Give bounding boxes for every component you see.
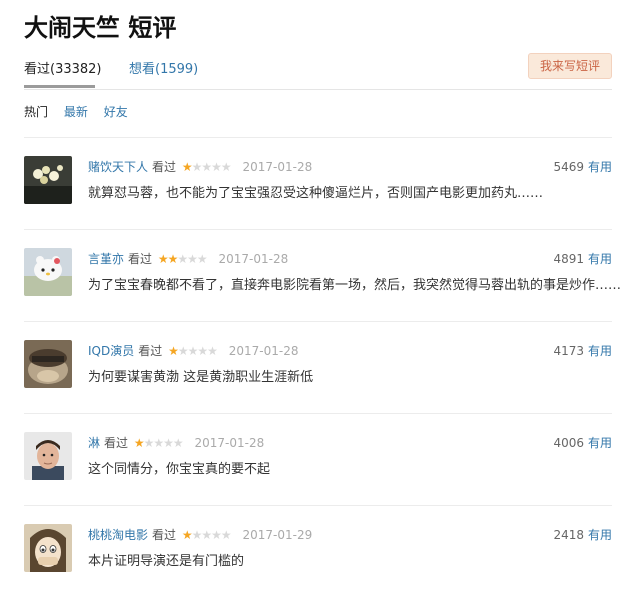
comment-item: 淋看过 ★★★★★ 2017-01-28 4006 有用 这个同情分，你宝宝真的要… bbox=[24, 413, 612, 506]
vote-count: 4173 bbox=[553, 344, 584, 358]
comment-date: 2017-01-29 bbox=[242, 528, 313, 542]
tab-want-to-watch[interactable]: 想看(1599) bbox=[129, 58, 198, 77]
rating-stars: ★★★★★ bbox=[157, 252, 208, 266]
watch-status: 看过 bbox=[152, 160, 177, 174]
username[interactable]: 桃桃淘电影 bbox=[88, 528, 148, 542]
star-filled-icon: ★ bbox=[167, 252, 179, 266]
comment-item: 赌饮天下人 看过 ★★★★★ 2017-01-28 5469 有用 就算怼马蓉，也不… bbox=[24, 137, 612, 230]
comment-meta: IQD演员 看过 ★★★★★ 2017-01-28 bbox=[88, 342, 298, 359]
comment-text: 这个同情分，你宝宝真的要不起 bbox=[88, 462, 271, 477]
comment-meta: 淋看过 ★★★★★ 2017-01-28 bbox=[88, 434, 264, 451]
star-filled-icon: ★ bbox=[133, 436, 145, 450]
star-empty-icon: ★ bbox=[172, 436, 184, 450]
comment-text: 为何要谋害黄渤 这是黄渤职业生涯新低 bbox=[88, 370, 314, 385]
watch-status: 看过 bbox=[138, 344, 163, 358]
vote-count: 5469 bbox=[553, 160, 584, 174]
sort-latest[interactable]: 最新 bbox=[64, 105, 88, 119]
vote-area: 2418 有用 bbox=[553, 526, 612, 543]
comment-meta: 桃桃淘电影 看过 ★★★★★ 2017-01-29 bbox=[88, 526, 312, 543]
watch-status: 看过 bbox=[104, 436, 129, 450]
rating-stars: ★★★★★ bbox=[181, 528, 232, 542]
comment-text: 就算怼马蓉，也不能为了宝宝强忍受这种傻逼烂片，否则国产电影更加药丸…… bbox=[88, 186, 544, 201]
avatar[interactable] bbox=[24, 340, 72, 388]
comment-text: 为了宝宝春晚都不看了，直接奔电影院看第一场，然后，我突然觉得马蓉出轨的事是炒作…… bbox=[88, 278, 622, 293]
star-filled-icon: ★ bbox=[157, 252, 169, 266]
star-empty-icon: ★ bbox=[163, 436, 174, 450]
avatar[interactable] bbox=[24, 432, 72, 480]
star-filled-icon: ★ bbox=[181, 528, 193, 542]
username[interactable]: 言堇亦 bbox=[88, 252, 124, 266]
star-empty-icon: ★ bbox=[201, 160, 212, 174]
star-empty-icon: ★ bbox=[207, 344, 218, 358]
useful-button[interactable]: 有用 bbox=[588, 436, 612, 450]
star-empty-icon: ★ bbox=[177, 344, 189, 358]
vote-count: 4891 bbox=[553, 252, 584, 266]
sort-hot[interactable]: 热门 bbox=[24, 105, 48, 119]
avatar[interactable] bbox=[24, 248, 72, 296]
tab-watched[interactable]: 看过(33382) bbox=[24, 58, 102, 88]
comment-date: 2017-01-28 bbox=[228, 344, 299, 358]
useful-button[interactable]: 有用 bbox=[588, 160, 612, 174]
tab-bar: 看过(33382) 想看(1599) 我来写短评 bbox=[24, 53, 612, 90]
star-empty-icon: ★ bbox=[201, 528, 212, 542]
comment-date: 2017-01-28 bbox=[194, 436, 265, 450]
star-empty-icon: ★ bbox=[187, 344, 199, 358]
avatar[interactable] bbox=[24, 156, 72, 204]
rating-stars: ★★★★★ bbox=[168, 344, 218, 358]
username[interactable]: 淋 bbox=[88, 436, 100, 450]
useful-button[interactable]: 有用 bbox=[588, 528, 612, 542]
avatar[interactable] bbox=[24, 524, 72, 572]
vote-area: 4006 有用 bbox=[553, 434, 612, 451]
comment-item: 言堇亦 看过 ★★★★★ 2017-01-28 4891 有用 为了宝宝春晚都不看了… bbox=[24, 229, 621, 322]
username[interactable]: 赌饮天下人 bbox=[88, 160, 148, 174]
comment-meta: 赌饮天下人 看过 ★★★★★ 2017-01-28 bbox=[88, 158, 312, 175]
username[interactable]: IQD演员 bbox=[88, 344, 134, 358]
star-empty-icon: ★ bbox=[211, 160, 222, 174]
star-empty-icon: ★ bbox=[191, 160, 203, 174]
star-empty-icon: ★ bbox=[143, 436, 155, 450]
comment-text: 本片证明导演还是有门槛的 bbox=[88, 554, 245, 569]
useful-button[interactable]: 有用 bbox=[588, 344, 612, 358]
star-filled-icon: ★ bbox=[181, 160, 193, 174]
watch-status: 看过 bbox=[128, 252, 153, 266]
vote-area: 4891 有用 bbox=[553, 250, 612, 267]
star-empty-icon: ★ bbox=[220, 528, 232, 542]
vote-area: 5469 有用 bbox=[553, 158, 612, 175]
vote-count: 4006 bbox=[553, 436, 584, 450]
vote-count: 2418 bbox=[553, 528, 584, 542]
write-review-button[interactable]: 我来写短评 bbox=[528, 53, 612, 79]
watch-status: 看过 bbox=[152, 528, 177, 542]
useful-button[interactable]: 有用 bbox=[588, 252, 612, 266]
comment-date: 2017-01-28 bbox=[218, 252, 289, 266]
comment-date: 2017-01-28 bbox=[242, 160, 313, 174]
page-title: 大闹天竺 短评 bbox=[24, 14, 177, 42]
comment-meta: 言堇亦 看过 ★★★★★ 2017-01-28 bbox=[88, 250, 288, 267]
comment-item: IQD演员 看过 ★★★★★ 2017-01-28 4173 有用 为何要谋害黄渤 … bbox=[24, 321, 612, 414]
star-empty-icon: ★ bbox=[191, 528, 203, 542]
comment-item: 桃桃淘电影 看过 ★★★★★ 2017-01-29 2418 有用 本片证明导演还是… bbox=[24, 505, 612, 598]
star-empty-icon: ★ bbox=[187, 252, 198, 266]
star-empty-icon: ★ bbox=[153, 436, 164, 450]
star-empty-icon: ★ bbox=[197, 344, 208, 358]
star-empty-icon: ★ bbox=[211, 528, 222, 542]
star-empty-icon: ★ bbox=[177, 252, 188, 266]
vote-area: 4173 有用 bbox=[553, 342, 612, 359]
sort-friends[interactable]: 好友 bbox=[104, 105, 128, 119]
sort-options: 热门 最新 好友 bbox=[24, 103, 140, 120]
rating-stars: ★★★★★ bbox=[181, 160, 232, 174]
star-empty-icon: ★ bbox=[220, 160, 232, 174]
rating-stars: ★★★★★ bbox=[133, 436, 184, 450]
star-filled-icon: ★ bbox=[168, 344, 179, 358]
star-empty-icon: ★ bbox=[196, 252, 208, 266]
